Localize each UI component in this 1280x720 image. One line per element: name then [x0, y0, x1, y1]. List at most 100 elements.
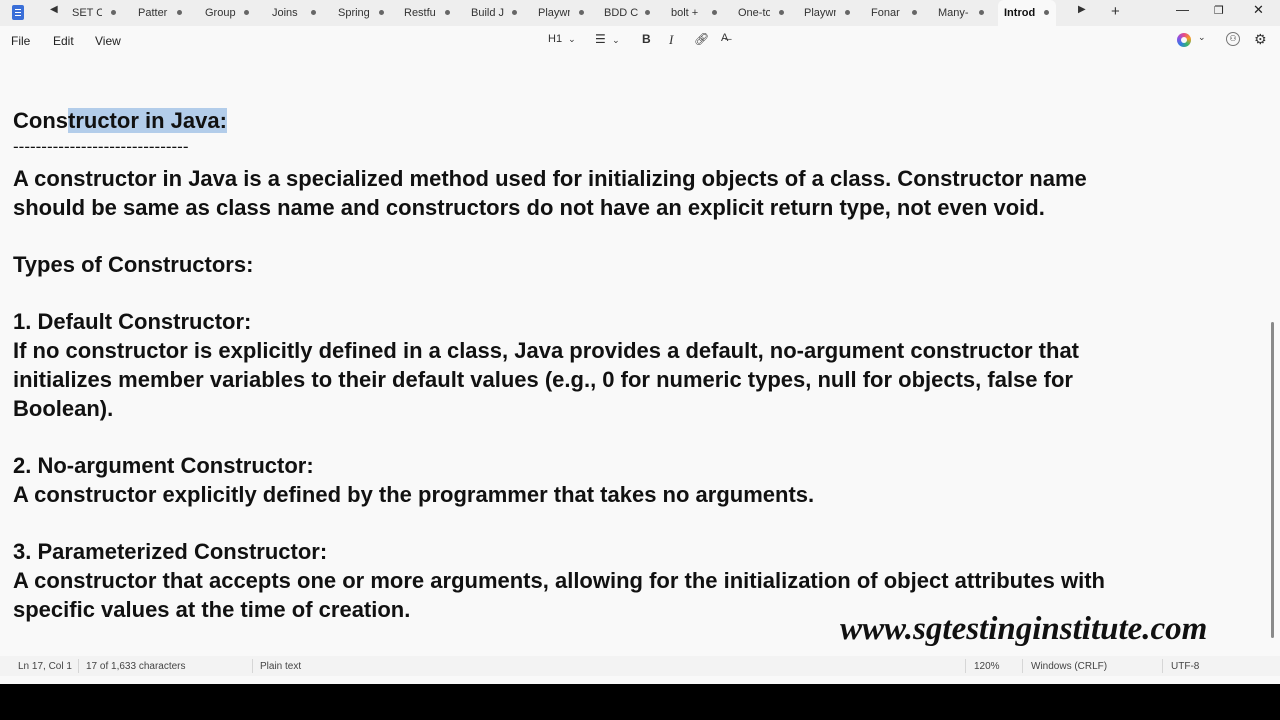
scroll-tabs-left-icon[interactable]: ◀ — [50, 4, 58, 15]
chevron-down-icon[interactable]: ⌄ — [1198, 32, 1206, 43]
status-bar: Ln 17, Col 1 17 of 1,633 characters Plai… — [0, 656, 1280, 676]
tab-label: Spring — [338, 7, 370, 19]
tab-bdd-c[interactable]: BDD C — [598, 0, 656, 26]
notepad-app-icon — [12, 5, 24, 20]
close-button[interactable]: ✕ — [1253, 2, 1264, 18]
menu-view[interactable]: View — [95, 34, 121, 48]
doc-noarg-heading: 2. No-argument Constructor: — [13, 453, 314, 478]
tab-label: SET Op — [72, 7, 102, 19]
bold-button[interactable]: B — [642, 32, 651, 46]
account-icon[interactable]: ⚇ — [1226, 32, 1240, 46]
tab-label: Pattern — [138, 7, 168, 19]
menu-file[interactable]: File — [11, 34, 30, 48]
tab-label: Fonar — [871, 7, 900, 19]
tab-pattern[interactable]: Pattern — [132, 0, 190, 26]
doc-default-heading: 1. Default Constructor: — [13, 309, 252, 334]
tab-playwr-1[interactable]: Playwr — [532, 0, 590, 26]
tab-introd[interactable]: Introd — [998, 0, 1056, 26]
cursor-position: Ln 17, Col 1 — [18, 661, 72, 672]
doc-param-line1: A constructor that accepts one or more a… — [13, 568, 1105, 593]
scroll-tabs-right-icon[interactable]: ▶ — [1078, 4, 1086, 15]
tab-modified-dot-icon — [712, 10, 717, 15]
tab-modified-dot-icon — [177, 10, 182, 15]
status-divider — [252, 659, 253, 673]
tab-playwr-2[interactable]: Playwr — [798, 0, 856, 26]
notepad-window: ◀ SET Op Pattern Group Joins Spring Rest… — [0, 0, 1280, 684]
doc-param-heading: 3. Parameterized Constructor: — [13, 539, 328, 564]
tab-modified-dot-icon — [445, 10, 450, 15]
restore-button[interactable]: ❐ — [1214, 4, 1224, 17]
tab-group[interactable]: Group — [199, 0, 257, 26]
status-divider — [965, 659, 966, 673]
doc-default-line1: If no constructor is explicitly defined … — [13, 338, 1080, 363]
tab-label: bolt + — [671, 7, 699, 19]
text-editor[interactable]: Constructor in Java: -------------------… — [0, 54, 1270, 656]
tab-label: Group — [205, 7, 236, 19]
tab-one-to[interactable]: One-to — [732, 0, 790, 26]
tab-label: Many- — [938, 7, 969, 19]
tab-modified-dot-icon — [311, 10, 316, 15]
tab-set-op[interactable]: SET Op — [66, 0, 118, 26]
doc-param-line2: specific values at the time of creation. — [13, 597, 411, 622]
tab-label: Joins — [272, 7, 298, 19]
vertical-scrollbar[interactable] — [1271, 322, 1274, 638]
tab-label: BDD C — [604, 7, 638, 19]
doc-para1-line1: A constructor in Java is a specialized m… — [13, 166, 1087, 191]
tab-modified-dot-icon — [512, 10, 517, 15]
tab-modified-dot-icon — [1044, 10, 1049, 15]
list-dropdown[interactable]: ☰ ⌄ — [595, 32, 620, 46]
doc-title-start: Cons — [13, 108, 68, 133]
bullet-list-icon: ☰ — [595, 32, 606, 46]
tab-label: Playwr — [538, 7, 570, 19]
chevron-down-icon: ⌄ — [612, 35, 620, 45]
link-icon[interactable]: 🔗︎ — [694, 32, 709, 46]
tab-spring[interactable]: Spring — [332, 0, 390, 26]
watermark: www.sgtestinginstitute.com — [840, 611, 1208, 647]
doc-default-line3: Boolean). — [13, 396, 114, 421]
status-divider — [1162, 659, 1163, 673]
status-divider — [78, 659, 79, 673]
clear-formatting-icon[interactable]: A̶ — [721, 32, 728, 44]
selected-text: tructor in Java: — [68, 108, 227, 133]
character-count: 17 of 1,633 characters — [86, 661, 186, 672]
zoom-level[interactable]: 120% — [974, 661, 1000, 672]
tab-modified-dot-icon — [244, 10, 249, 15]
tab-modified-dot-icon — [645, 10, 650, 15]
tab-modified-dot-icon — [579, 10, 584, 15]
tab-modified-dot-icon — [979, 10, 984, 15]
menu-bar: File Edit View H1 ⌄ ☰ ⌄ B I 🔗︎ A̶ — [0, 26, 1280, 54]
heading-dropdown[interactable]: H1 ⌄ — [548, 33, 576, 45]
status-divider — [1022, 659, 1023, 673]
doc-title: Constructor in Java: — [13, 108, 227, 134]
tab-restful[interactable]: Restful — [398, 0, 456, 26]
tab-modified-dot-icon — [111, 10, 116, 15]
tab-bolt[interactable]: bolt + — [665, 0, 723, 26]
tab-label: Introd — [1004, 7, 1036, 19]
tab-label: Build J — [471, 7, 505, 19]
chevron-down-icon: ⌄ — [568, 34, 576, 44]
tab-label: Playwr — [804, 7, 836, 19]
tab-many[interactable]: Many- — [932, 0, 990, 26]
tab-bar: ◀ SET Op Pattern Group Joins Spring Rest… — [0, 0, 1280, 26]
tab-modified-dot-icon — [912, 10, 917, 15]
doc-rule: ------------------------------- — [13, 137, 189, 156]
tab-build-j[interactable]: Build J — [465, 0, 523, 26]
doc-noarg-line1: A constructor explicitly defined by the … — [13, 482, 815, 507]
tab-joins[interactable]: Joins — [266, 0, 324, 26]
doc-default-line2: initializes member variables to their de… — [13, 367, 1073, 392]
tab-modified-dot-icon — [845, 10, 850, 15]
menu-edit[interactable]: Edit — [53, 34, 74, 48]
italic-button[interactable]: I — [669, 32, 673, 48]
tab-modified-dot-icon — [779, 10, 784, 15]
heading-label: H1 — [548, 33, 563, 45]
doc-para1-line2: should be same as class name and constru… — [13, 195, 1045, 220]
file-format[interactable]: Plain text — [260, 661, 301, 672]
encoding[interactable]: UTF-8 — [1171, 661, 1199, 672]
tab-fonar[interactable]: Fonar — [865, 0, 923, 26]
copilot-icon[interactable] — [1177, 33, 1191, 47]
minimize-button[interactable]: — — [1176, 2, 1189, 17]
tab-label: One-to — [738, 7, 770, 19]
new-tab-button[interactable]: + — [1111, 3, 1120, 20]
gear-icon[interactable]: ⚙ — [1254, 31, 1267, 48]
line-ending[interactable]: Windows (CRLF) — [1031, 661, 1107, 672]
